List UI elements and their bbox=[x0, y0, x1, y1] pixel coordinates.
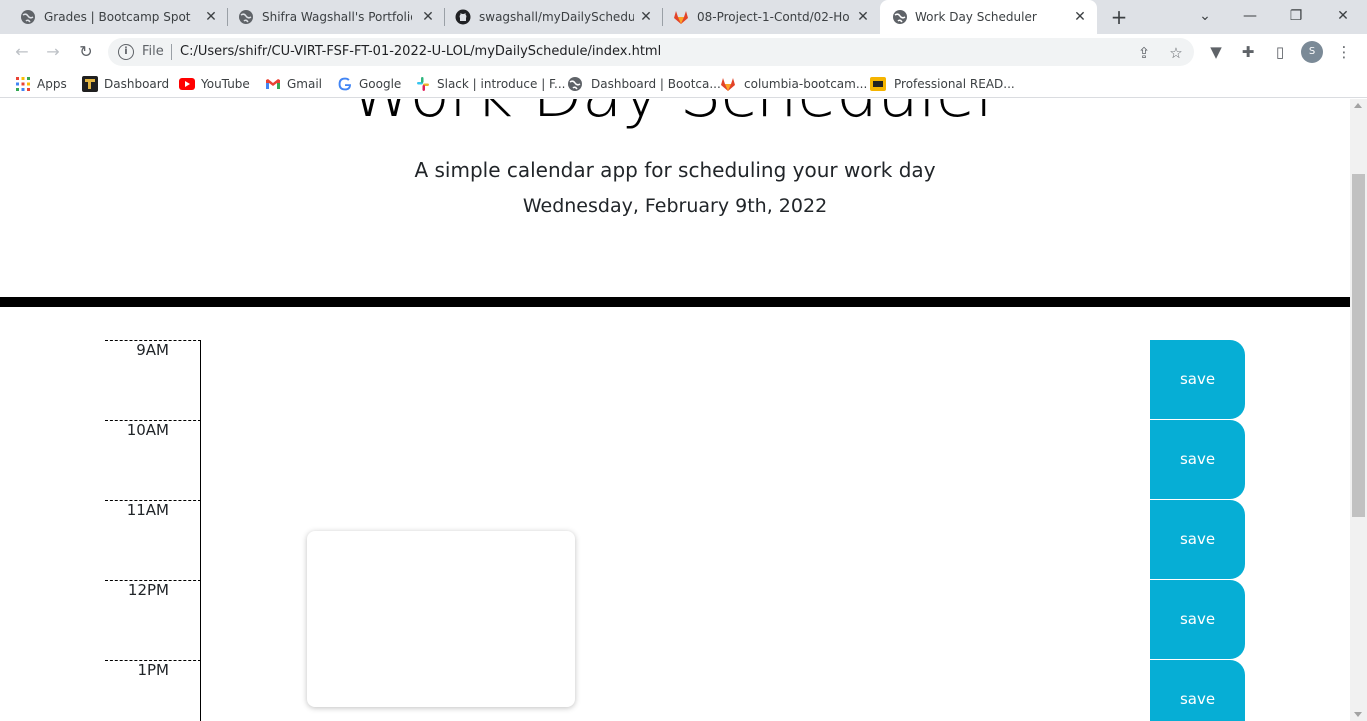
kebab-menu-icon[interactable]: ⋮ bbox=[1334, 42, 1354, 62]
save-button[interactable]: save bbox=[1150, 580, 1245, 659]
scroll-down-arrow-icon[interactable] bbox=[1354, 712, 1362, 717]
time-block: 9AM save bbox=[105, 340, 1245, 420]
avatar[interactable]: S bbox=[1301, 41, 1323, 63]
tab-title: Work Day Scheduler bbox=[915, 10, 1037, 24]
bookmark-label: Google bbox=[359, 77, 402, 91]
google-icon bbox=[337, 76, 353, 92]
gitlab-icon bbox=[673, 9, 689, 25]
minimize-icon[interactable]: — bbox=[1240, 6, 1260, 26]
extension-v-icon[interactable]: ▼ bbox=[1206, 42, 1226, 62]
close-icon[interactable]: ✕ bbox=[420, 9, 436, 25]
gmail-icon bbox=[265, 76, 281, 92]
forward-arrow-icon[interactable]: → bbox=[43, 42, 63, 62]
address-bar[interactable]: i File C:/Users/shifr/CU-VIRT-FSF-FT-01-… bbox=[108, 38, 1194, 66]
event-description[interactable] bbox=[201, 420, 1150, 500]
current-day: Wednesday, February 9th, 2022 bbox=[522, 195, 828, 217]
globe-icon bbox=[20, 9, 36, 25]
save-button[interactable]: save bbox=[1150, 660, 1245, 721]
bookmark-label: Dashboard | Bootca... bbox=[591, 77, 721, 91]
empty-popup-card bbox=[307, 531, 575, 707]
url-scheme-label: File bbox=[142, 44, 164, 59]
close-icon[interactable]: ✕ bbox=[855, 9, 871, 25]
bookmark-label: Professional READ... bbox=[894, 77, 1015, 91]
save-button[interactable]: save bbox=[1150, 340, 1245, 419]
tab-title: Shifra Wagshall's Portfolio bbox=[262, 10, 412, 24]
tab-work-day-scheduler[interactable]: Work Day Scheduler ✕ bbox=[880, 0, 1097, 34]
bookmark-label: Apps bbox=[37, 77, 67, 91]
tab-grades[interactable]: Grades | Bootcamp Spot ✕ bbox=[0, 0, 228, 34]
globe-icon bbox=[892, 9, 908, 25]
tab-title: Grades | Bootcamp Spot bbox=[44, 10, 191, 24]
hour-label: 12PM bbox=[105, 580, 201, 660]
bookmark-star-icon[interactable]: ☆ bbox=[1168, 45, 1184, 61]
save-button[interactable]: save bbox=[1150, 420, 1245, 499]
slack-icon bbox=[415, 76, 431, 92]
scrollbar-thumb[interactable] bbox=[1352, 174, 1365, 517]
time-block: 1PM save bbox=[105, 660, 1245, 721]
readme-icon bbox=[870, 76, 886, 92]
tab-search-chevron-icon[interactable]: ⌄ bbox=[1195, 6, 1215, 26]
share-icon[interactable]: ⇪ bbox=[1136, 45, 1152, 61]
bookmark-label: Dashboard bbox=[104, 77, 170, 91]
page-title: Work Day Scheduler bbox=[0, 99, 1350, 132]
globe-icon bbox=[238, 9, 254, 25]
bookmark-label: Slack | introduce | F... bbox=[437, 77, 566, 91]
dashboard-icon bbox=[82, 76, 98, 92]
close-icon[interactable]: ✕ bbox=[1072, 9, 1088, 25]
browser-toolbar: ← → ↻ i File C:/Users/shifr/CU-VIRT-FSF-… bbox=[0, 34, 1367, 70]
apps-grid-icon bbox=[15, 76, 31, 92]
tab-github[interactable]: swagshall/myDailySchedule ✕ bbox=[445, 0, 663, 34]
omnibox-divider bbox=[171, 44, 172, 60]
restore-icon[interactable]: ❐ bbox=[1286, 6, 1306, 26]
bookmarks-bar: Apps Dashboard YouTube Gmail Google Slac… bbox=[0, 70, 1367, 98]
header-divider bbox=[0, 297, 1350, 307]
hour-label: 1PM bbox=[105, 660, 201, 721]
bookmark-label: YouTube bbox=[201, 77, 250, 91]
url-text[interactable]: C:/Users/shifr/CU-VIRT-FSF-FT-01-2022-U-… bbox=[180, 44, 661, 59]
window-close-icon[interactable]: ✕ bbox=[1333, 6, 1353, 26]
tab-title: 08-Project-1-Contd/02-Hom bbox=[697, 10, 849, 24]
youtube-icon bbox=[179, 76, 195, 92]
back-arrow-icon[interactable]: ← bbox=[12, 42, 32, 62]
time-block: 10AM save bbox=[105, 420, 1245, 500]
tab-portfolio[interactable]: Shifra Wagshall's Portfolio ✕ bbox=[228, 0, 445, 34]
new-tab-plus-icon[interactable]: + bbox=[1109, 7, 1129, 27]
close-icon[interactable]: ✕ bbox=[638, 9, 654, 25]
bookmark-label: columbia-bootcam... bbox=[744, 77, 868, 91]
tab-title: swagshall/myDailySchedule bbox=[479, 10, 634, 24]
tab-strip: Grades | Bootcamp Spot ✕ Shifra Wagshall… bbox=[0, 0, 1367, 34]
hour-label: 9AM bbox=[105, 340, 201, 420]
side-panel-icon[interactable]: ▯ bbox=[1270, 42, 1290, 62]
page-lead: A simple calendar app for scheduling you… bbox=[414, 158, 936, 182]
event-description[interactable] bbox=[201, 340, 1150, 420]
bookmark-label: Gmail bbox=[287, 77, 323, 91]
scroll-up-arrow-icon[interactable] bbox=[1354, 103, 1362, 108]
globe-icon bbox=[567, 76, 583, 92]
page-viewport: Work Day Scheduler A simple calendar app… bbox=[0, 99, 1350, 721]
page-scrollbar[interactable] bbox=[1350, 99, 1367, 721]
save-button[interactable]: save bbox=[1150, 500, 1245, 579]
hour-label: 11AM bbox=[105, 500, 201, 580]
github-icon bbox=[455, 9, 471, 25]
gitlab-icon bbox=[720, 76, 736, 92]
time-block: 12PM save bbox=[105, 580, 1245, 660]
hour-label: 10AM bbox=[105, 420, 201, 500]
reload-icon[interactable]: ↻ bbox=[76, 42, 96, 62]
extensions-puzzle-icon[interactable]: ✚ bbox=[1238, 42, 1258, 62]
info-icon[interactable]: i bbox=[118, 44, 134, 60]
time-block: 11AM save bbox=[105, 500, 1245, 580]
close-icon[interactable]: ✕ bbox=[203, 9, 219, 25]
tab-gitlab[interactable]: 08-Project-1-Contd/02-Hom ✕ bbox=[663, 0, 880, 34]
